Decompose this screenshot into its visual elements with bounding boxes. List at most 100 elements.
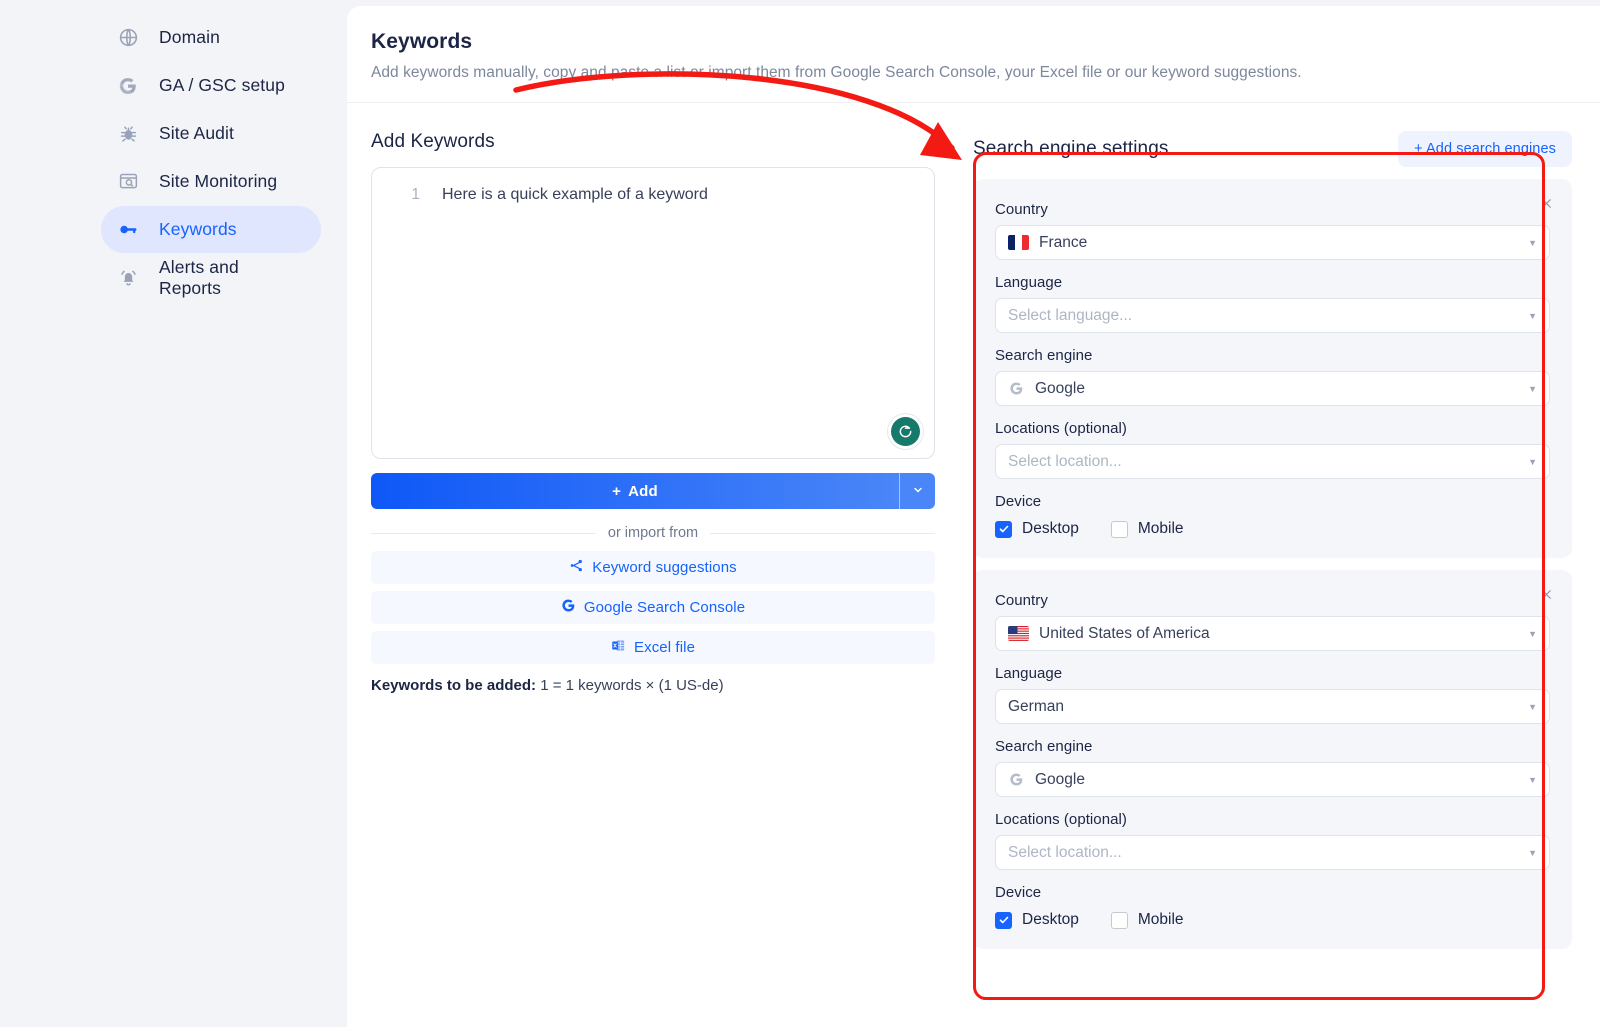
- device-mobile-label: Mobile: [1137, 520, 1184, 537]
- close-icon[interactable]: [1536, 193, 1556, 213]
- monitor-search-icon: [117, 171, 139, 193]
- language-value: Select language...: [1008, 306, 1133, 324]
- excel-icon: [611, 638, 626, 657]
- sidebar-nav: Domain GA / GSC setup Site Audit Site Mo…: [0, 14, 347, 301]
- sidebar-item-ga-gsc-setup[interactable]: GA / GSC setup: [101, 62, 321, 109]
- import-google-search-console-button[interactable]: Google Search Console: [371, 591, 935, 624]
- device-label: Device: [995, 493, 1042, 510]
- or-import-divider: or import from: [371, 525, 935, 541]
- plus-icon: +: [1414, 141, 1423, 157]
- checkbox-mobile[interactable]: [1110, 911, 1128, 929]
- language-value: German: [1008, 697, 1064, 715]
- location-select[interactable]: Select location... ▼: [995, 444, 1550, 479]
- device-desktop-label: Desktop: [1022, 520, 1079, 537]
- language-label: Language: [995, 274, 1063, 291]
- language-select[interactable]: German ▼: [995, 689, 1550, 724]
- app-root: Domain GA / GSC setup Site Audit Site Mo…: [0, 0, 1600, 1027]
- chevron-down-icon: ▼: [1528, 628, 1537, 639]
- device-options: Desktop Mobile: [995, 911, 1550, 929]
- import-button-label: Excel file: [633, 639, 696, 656]
- country-select[interactable]: France ▼: [995, 225, 1550, 260]
- divider-line-right: [710, 532, 935, 534]
- search-engine-settings-title: Search engine settings: [973, 138, 1169, 159]
- country-value: United States of America: [1039, 624, 1210, 642]
- sidebar-item-alerts-and-reports[interactable]: Alerts and Reports: [101, 254, 321, 301]
- content-columns: Add Keywords 1 Here is a quick example o…: [347, 103, 1600, 949]
- search-engine-card-list: Country France ▼ Language Select languag…: [973, 179, 1572, 949]
- sidebar-item-label: Site Audit: [159, 123, 234, 143]
- close-icon[interactable]: [1536, 584, 1556, 604]
- import-button-label: Keyword suggestions: [592, 559, 737, 576]
- sidebar-item-site-audit[interactable]: Site Audit: [101, 110, 321, 157]
- sidebar-item-label: GA / GSC setup: [159, 75, 285, 95]
- language-label: Language: [995, 665, 1063, 682]
- search-engine-value: Google: [1035, 379, 1085, 397]
- chevron-down-icon: ▼: [1528, 847, 1537, 858]
- divider-label: or import from: [607, 525, 699, 541]
- keyword-line: 1 Here is a quick example of a keyword: [372, 168, 934, 204]
- page-header: Keywords Add keywords manually, copy and…: [347, 6, 1600, 103]
- globe-icon: [117, 27, 139, 49]
- bug-icon: [117, 123, 139, 145]
- keywords-to-be-added-summary: Keywords to be added: 1 = 1 keywords × (…: [371, 677, 935, 694]
- add-options-dropdown-button[interactable]: [899, 473, 935, 509]
- search-engine-select[interactable]: Google ▼: [995, 371, 1550, 406]
- key-icon: [117, 219, 139, 241]
- bell-icon: [117, 267, 139, 289]
- main-panel: Keywords Add keywords manually, copy and…: [347, 6, 1600, 1027]
- grammarly-icon[interactable]: [891, 417, 920, 446]
- search-engine-select[interactable]: Google ▼: [995, 762, 1550, 797]
- add-button-label: Add: [628, 482, 658, 500]
- add-search-engines-label: Add search engines: [1426, 141, 1556, 157]
- chevron-down-icon: [912, 484, 924, 499]
- google-icon: [117, 75, 139, 97]
- import-keyword-suggestions-button[interactable]: Keyword suggestions: [371, 551, 935, 584]
- country-select[interactable]: United States of America ▼: [995, 616, 1550, 651]
- sidebar: Domain GA / GSC setup Site Audit Site Mo…: [0, 0, 347, 1027]
- add-button[interactable]: + Add: [371, 473, 899, 509]
- country-label: Country: [995, 592, 1048, 609]
- sidebar-item-label: Alerts and Reports: [159, 256, 239, 298]
- device-mobile-label: Mobile: [1137, 911, 1184, 928]
- search-engine-settings-column: Search engine settings + Add search engi…: [959, 103, 1600, 949]
- sidebar-item-keywords[interactable]: Keywords: [101, 206, 321, 253]
- add-button-group: + Add: [371, 473, 935, 509]
- sidebar-item-site-monitoring[interactable]: Site Monitoring: [101, 158, 321, 205]
- flag-us-icon: [1008, 626, 1029, 641]
- search-engine-card: Country France ▼ Language Select languag…: [973, 179, 1572, 558]
- add-search-engines-button[interactable]: + Add search engines: [1398, 131, 1572, 167]
- flag-fr-icon: [1008, 235, 1029, 250]
- device-desktop-option[interactable]: Desktop: [995, 520, 1079, 538]
- country-label: Country: [995, 201, 1048, 218]
- country-value: France: [1039, 233, 1088, 251]
- device-options: Desktop Mobile: [995, 520, 1550, 538]
- device-mobile-option[interactable]: Mobile: [1110, 911, 1184, 929]
- add-keywords-title: Add Keywords: [371, 131, 495, 152]
- keywords-textarea[interactable]: 1 Here is a quick example of a keyword: [371, 167, 935, 459]
- chevron-down-icon: ▼: [1528, 310, 1537, 321]
- checkbox-mobile[interactable]: [1110, 520, 1128, 538]
- chevron-down-icon: ▼: [1528, 774, 1537, 785]
- chevron-down-icon: ▼: [1528, 456, 1537, 467]
- search-engine-value: Google: [1035, 770, 1085, 788]
- locations-label: Locations (optional): [995, 811, 1127, 828]
- import-excel-file-button[interactable]: Excel file: [371, 631, 935, 664]
- chevron-down-icon: ▼: [1528, 383, 1537, 394]
- chevron-down-icon: ▼: [1528, 701, 1537, 712]
- checkbox-desktop[interactable]: [995, 911, 1012, 929]
- device-mobile-option[interactable]: Mobile: [1110, 520, 1184, 538]
- divider-line-left: [371, 532, 596, 534]
- locations-label: Locations (optional): [995, 420, 1127, 437]
- sidebar-item-domain[interactable]: Domain: [101, 14, 321, 61]
- add-plus-icon: +: [612, 482, 622, 500]
- google-icon: [1008, 381, 1025, 396]
- page-title: Keywords: [371, 30, 473, 53]
- google-icon: [561, 598, 576, 617]
- language-select[interactable]: Select language... ▼: [995, 298, 1550, 333]
- device-desktop-option[interactable]: Desktop: [995, 911, 1079, 929]
- location-select[interactable]: Select location... ▼: [995, 835, 1550, 870]
- share-nodes-icon: [569, 558, 584, 577]
- search-engine-label: Search engine: [995, 738, 1093, 755]
- checkbox-desktop[interactable]: [995, 520, 1012, 538]
- google-icon: [1008, 772, 1025, 787]
